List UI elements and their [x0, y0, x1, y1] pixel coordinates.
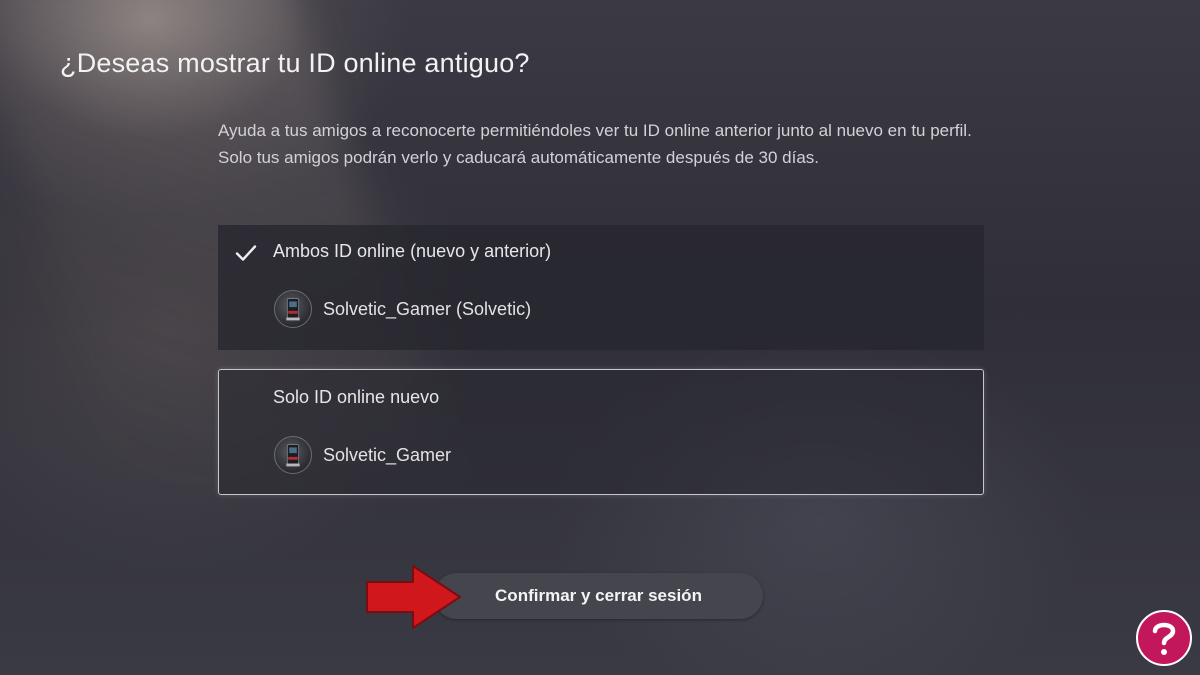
option-both-ids[interactable]: Ambos ID online (nuevo y anterior) Solve… — [218, 225, 984, 350]
avatar-icon — [274, 290, 312, 328]
option-label: Solo ID online nuevo — [273, 387, 440, 407]
arrow-annotation-icon — [366, 565, 461, 629]
option-label: Ambos ID online (nuevo y anterior) — [273, 241, 552, 261]
user-id: Solvetic_Gamer — [323, 445, 452, 465]
confirm-logout-button[interactable]: Confirmar y cerrar sesión — [434, 573, 763, 619]
checkmark-icon — [234, 241, 258, 265]
avatar-icon — [274, 436, 312, 474]
user-id: Solvetic_Gamer (Solvetic) — [323, 299, 532, 319]
dialog-title: ¿Deseas mostrar tu ID online antiguo? — [60, 48, 530, 78]
dialog-description: Ayuda a tus amigos a reconocerte permiti… — [218, 121, 972, 167]
watermark-logo-icon — [1136, 610, 1192, 666]
option-new-id-only[interactable]: Solo ID online nuevo Solvetic_Gamer — [218, 369, 984, 495]
